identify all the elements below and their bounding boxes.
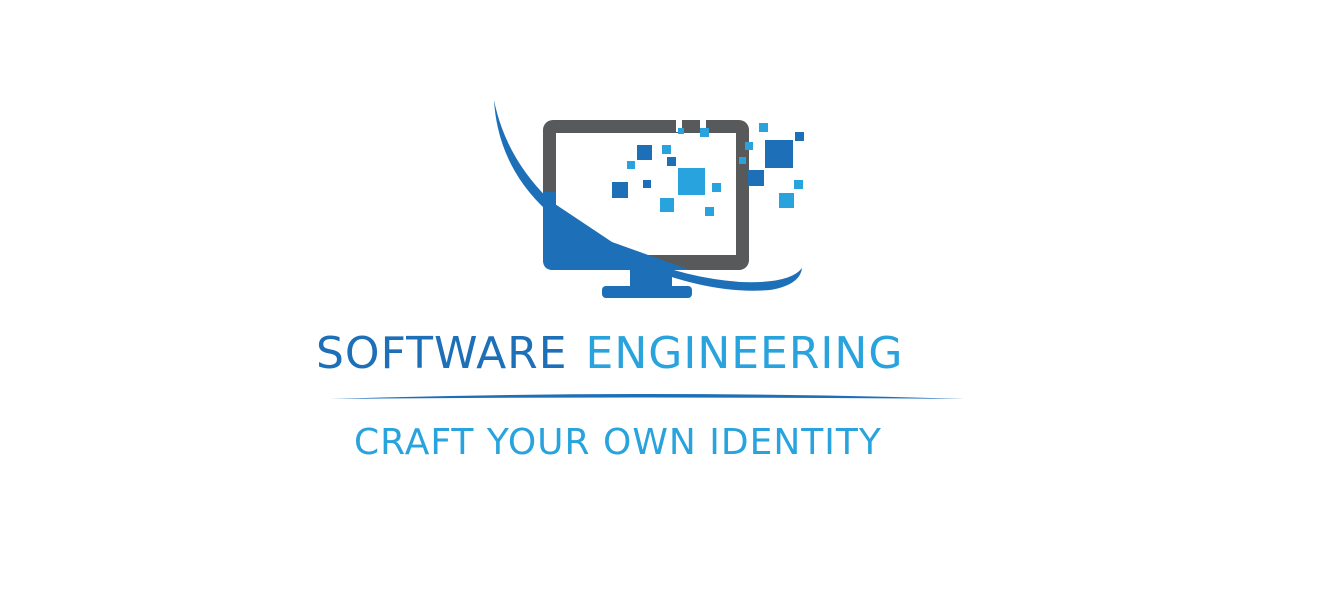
logo-tagline: CRAFT YOUR OWN IDENTITY (354, 422, 882, 463)
logo-title-word-2: ENGINEERING (585, 328, 904, 379)
logo-title-word-1: SOFTWARE (316, 328, 568, 379)
logo-title: SOFTWARE ENGINEERING (316, 322, 996, 386)
title-underline (330, 394, 965, 399)
logo-emblem (330, 100, 965, 399)
